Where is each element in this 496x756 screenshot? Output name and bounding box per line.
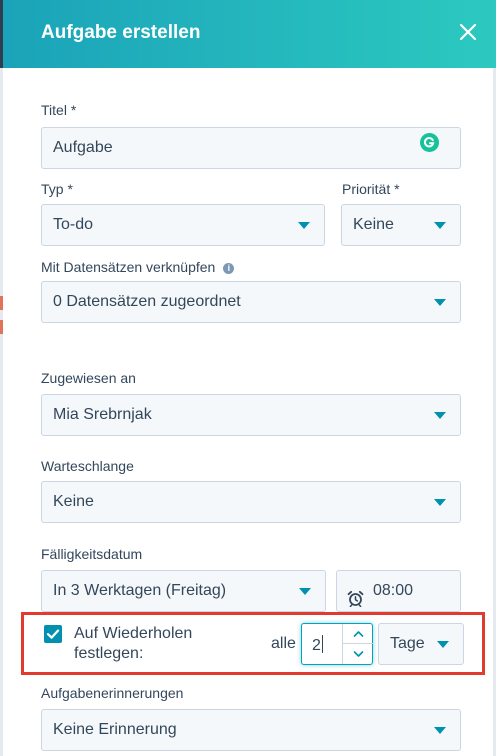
- reminder-select[interactable]: Keine Erinnerung: [41, 709, 461, 751]
- link-records-label: Mit Datensätzen verknüpfen i: [41, 259, 235, 275]
- interval-unit-value: Tage: [390, 635, 425, 652]
- title-input[interactable]: Aufgabe: [41, 127, 461, 169]
- link-records-value: 0 Datensätzen zugeordnet: [53, 293, 241, 310]
- recurring-section: Auf Wiederholen festlegen: alle 2 Tage: [21, 612, 485, 675]
- chevron-down-icon: [434, 222, 446, 229]
- due-time-input[interactable]: 08:00: [336, 570, 461, 612]
- chevron-up-icon: [353, 631, 364, 637]
- panel-header: Aufgabe erstellen: [3, 0, 496, 68]
- chevron-down-icon: [353, 651, 364, 657]
- chevron-down-icon: [437, 641, 449, 648]
- reminder-label: Aufgabenerinnerungen: [41, 685, 184, 701]
- chevron-down-icon: [299, 588, 311, 595]
- recurring-checkbox[interactable]: [44, 625, 62, 643]
- priority-label: Priorität *: [342, 181, 400, 197]
- recurring-label: Auf Wiederholen festlegen:: [74, 625, 193, 662]
- due-date-value: In 3 Werktagen (Freitag): [53, 582, 227, 599]
- link-records-label-text: Mit Datensätzen verknüpfen: [41, 259, 216, 275]
- interval-input[interactable]: 2: [312, 635, 323, 655]
- due-date-label: Fälligkeitsdatum: [41, 546, 143, 562]
- chevron-down-icon: [434, 727, 446, 734]
- chevron-down-icon: [434, 499, 446, 506]
- due-date-select[interactable]: In 3 Werktagen (Freitag): [41, 570, 326, 612]
- type-select[interactable]: To-do: [41, 204, 325, 246]
- due-time-value: 08:00: [373, 582, 414, 599]
- panel-title: Aufgabe erstellen: [41, 22, 201, 43]
- chevron-down-icon: [298, 222, 310, 229]
- queue-value: Keine: [53, 493, 94, 510]
- stepper-buttons: [342, 624, 374, 664]
- title-value: Aufgabe: [53, 139, 113, 156]
- type-value: To-do: [53, 216, 94, 233]
- every-label: alle: [271, 635, 296, 652]
- interval-value: 2: [312, 637, 321, 654]
- priority-select[interactable]: Keine: [341, 204, 461, 246]
- assigned-label: Zugewiesen an: [41, 370, 136, 386]
- chevron-down-icon: [434, 412, 446, 419]
- assigned-select[interactable]: Mia Srebrnjak: [41, 394, 461, 436]
- info-icon[interactable]: i: [223, 263, 235, 274]
- grammarly-icon[interactable]: [420, 133, 439, 152]
- reminder-value: Keine Erinnerung: [53, 721, 177, 738]
- interval-stepper[interactable]: 2: [301, 623, 374, 665]
- interval-unit-select[interactable]: Tage: [378, 623, 464, 665]
- increment-button[interactable]: [343, 624, 374, 644]
- decrement-button[interactable]: [343, 644, 374, 664]
- queue-select[interactable]: Keine: [41, 481, 461, 523]
- chevron-down-icon: [434, 299, 446, 306]
- link-records-select[interactable]: 0 Datensätzen zugeordnet: [41, 281, 461, 323]
- assigned-value: Mia Srebrnjak: [53, 406, 152, 423]
- text-cursor: [321, 635, 323, 653]
- priority-value: Keine: [353, 216, 394, 233]
- queue-label: Warteschlange: [41, 458, 134, 474]
- type-label: Typ *: [41, 181, 73, 197]
- close-icon[interactable]: [454, 18, 482, 46]
- title-label: Titel *: [41, 102, 77, 118]
